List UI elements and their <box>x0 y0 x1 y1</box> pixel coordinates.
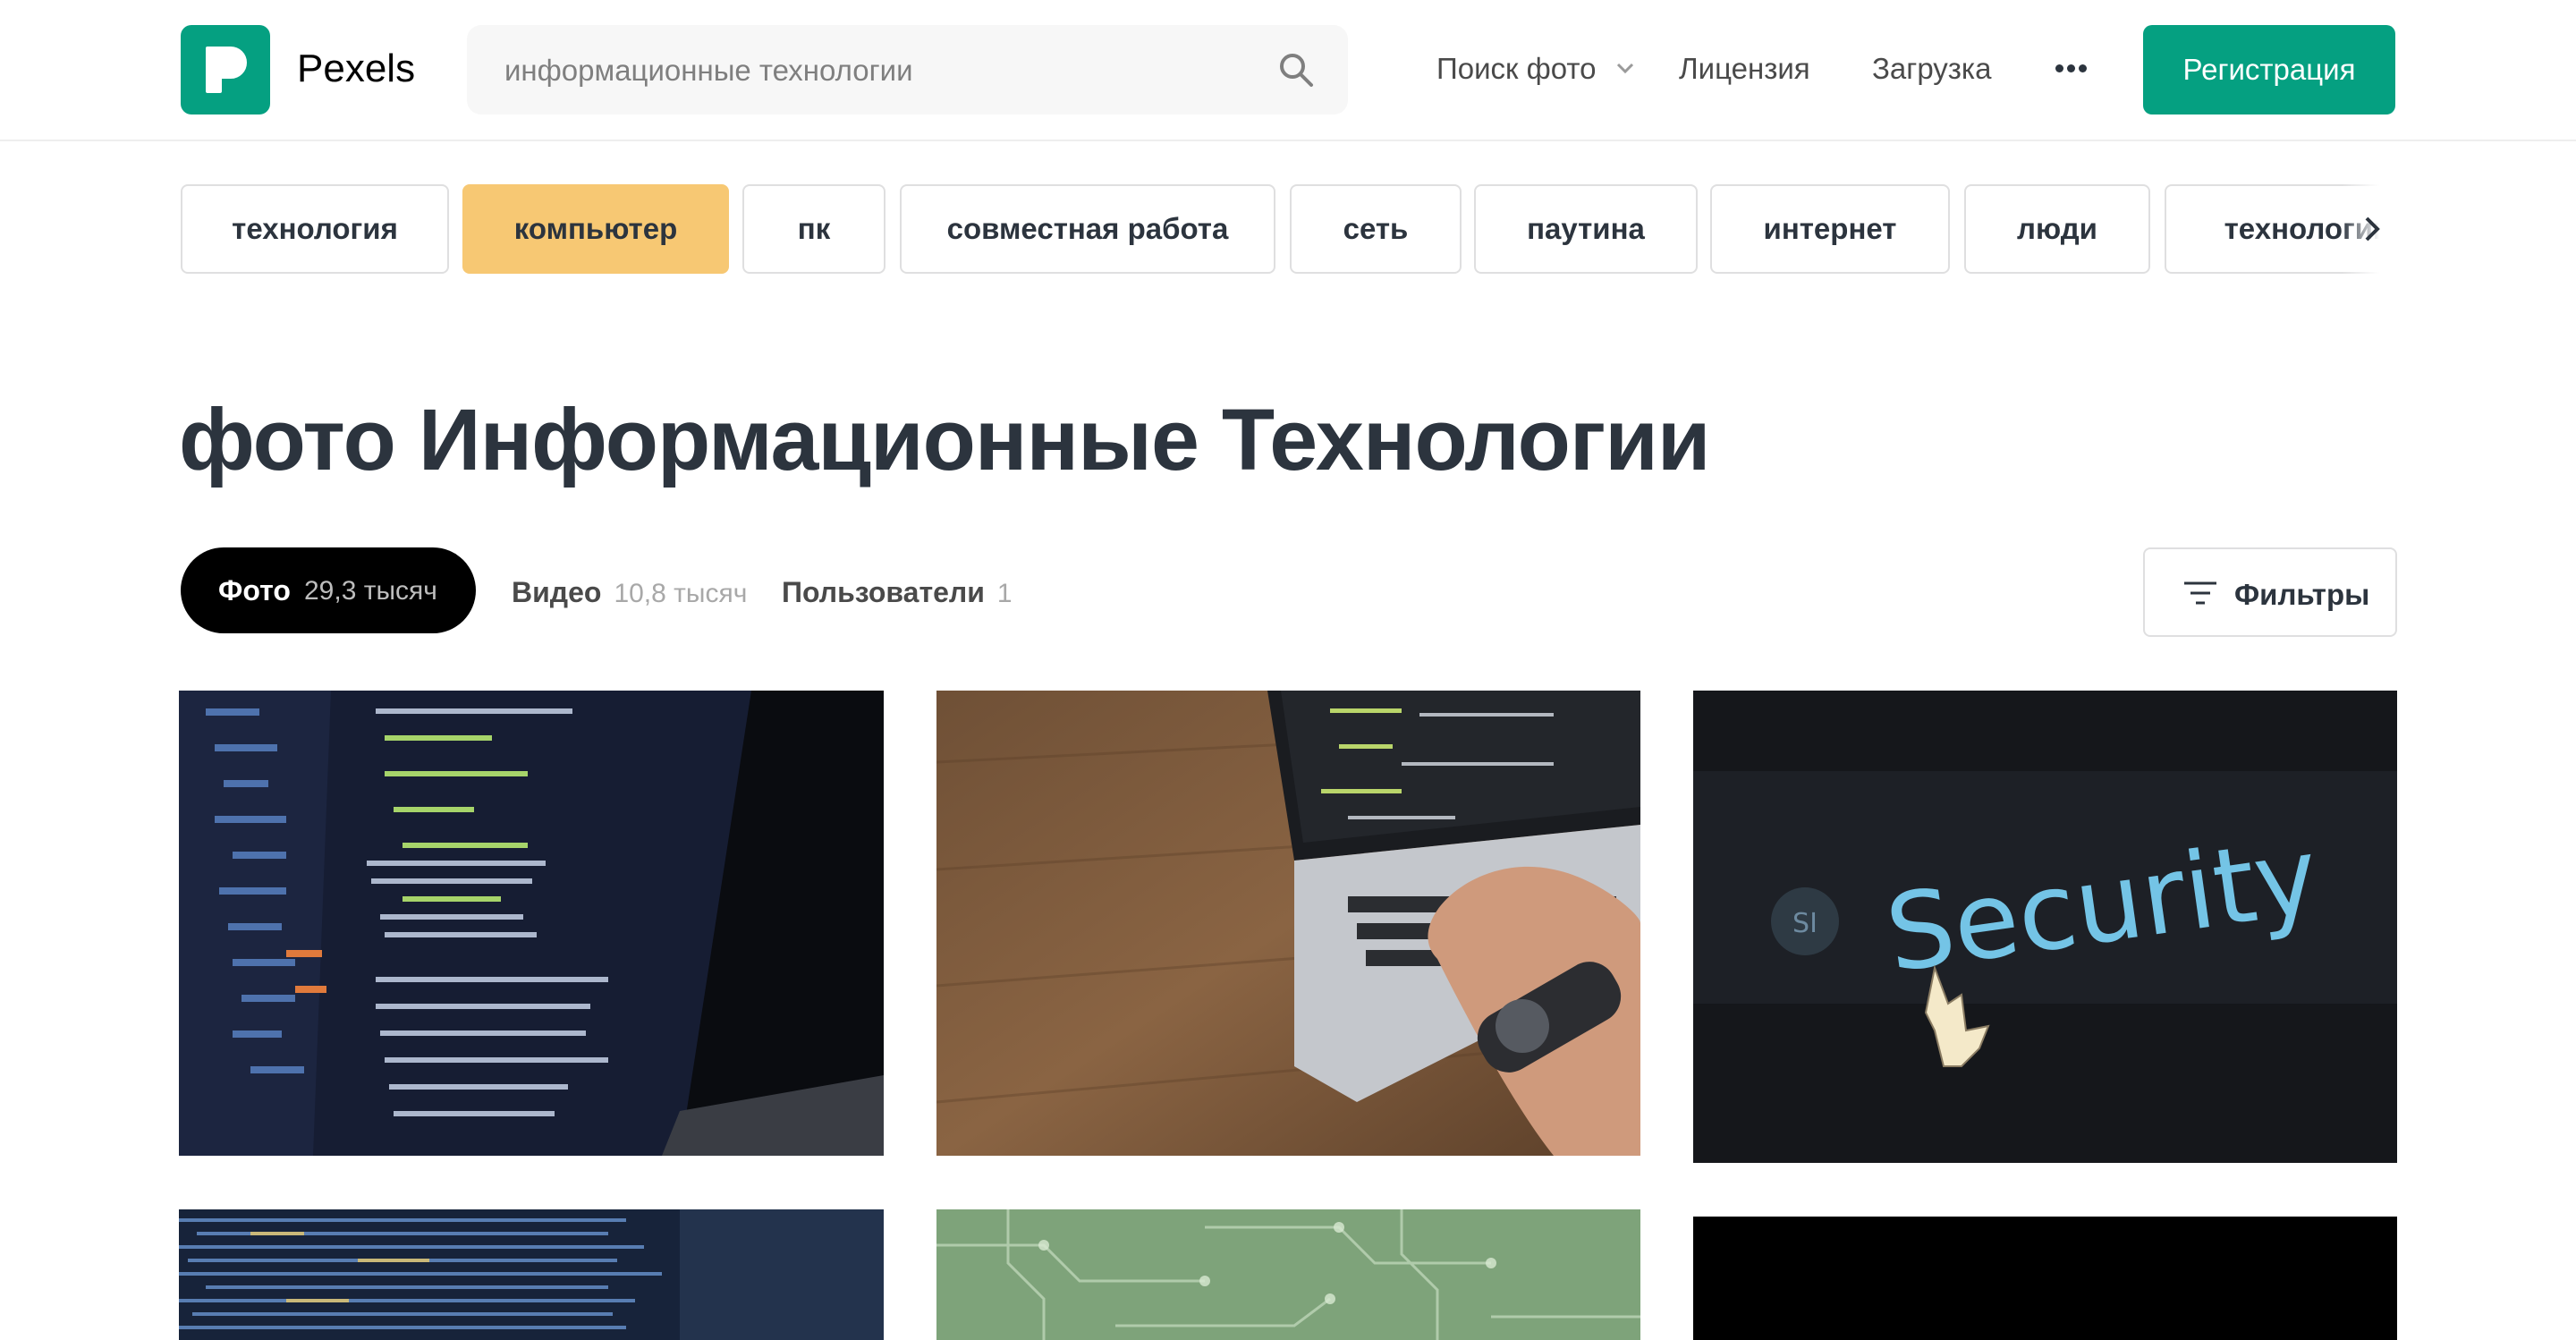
photo-circuit-board[interactable] <box>936 1209 1640 1340</box>
nav-upload[interactable]: Загрузка <box>1872 52 1991 86</box>
filter-icon <box>2184 581 2216 605</box>
search-icon[interactable] <box>1276 50 1316 89</box>
tab-users-count: 1 <box>996 579 1013 608</box>
photo-hand-typing[interactable] <box>936 691 1640 1156</box>
tab-users[interactable]: Пользователи 1 <box>782 576 1013 609</box>
tag-chip[interactable]: технология <box>181 184 449 274</box>
nav-license[interactable]: Лицензия <box>1679 52 1810 86</box>
tab-users-label: Пользователи <box>782 576 985 608</box>
tag-chip-active[interactable]: компьютер <box>462 184 729 274</box>
related-tags: технология компьютер пк совместная работ… <box>181 184 2395 274</box>
photo-code-screen[interactable] <box>179 1209 884 1340</box>
tab-videos-label: Видео <box>512 576 602 608</box>
pexels-logo-icon[interactable] <box>181 25 270 114</box>
tag-chip[interactable]: пк <box>742 184 886 274</box>
photo-code-laptop[interactable] <box>179 691 884 1156</box>
filters-label: Фильтры <box>2234 578 2370 611</box>
svg-text:SI: SI <box>1792 908 1818 939</box>
top-header: Pexels информационные технологии Поиск ф… <box>0 0 2576 141</box>
tag-chip[interactable]: сеть <box>1290 184 1462 274</box>
tab-photos-label: Фото <box>218 574 291 606</box>
search-input[interactable]: информационные технологии <box>504 54 913 88</box>
nav-photo-search[interactable]: Поиск фото <box>1436 52 1597 86</box>
more-icon[interactable] <box>2055 64 2088 75</box>
brand-name[interactable]: Pexels <box>297 47 415 91</box>
page-title: фото Информационные Технологии <box>179 391 1711 488</box>
chevron-down-icon[interactable] <box>1615 61 1635 75</box>
search-bar[interactable]: информационные технологии <box>467 25 1348 114</box>
tab-photos[interactable]: Фото 29,3 тысяч <box>181 547 476 633</box>
photo-dark[interactable] <box>1693 1217 2397 1340</box>
filters-button[interactable]: Фильтры <box>2143 547 2397 637</box>
chevron-right-icon[interactable] <box>2358 215 2386 243</box>
join-button[interactable]: Регистрация <box>2143 25 2395 114</box>
tag-chip[interactable]: паутина <box>1474 184 1698 274</box>
photo-security[interactable]: SI Security <box>1693 691 2397 1163</box>
tag-chip[interactable]: люди <box>1964 184 2150 274</box>
tag-chip[interactable]: совместная работа <box>900 184 1275 274</box>
tab-photos-count: 29,3 тысяч <box>304 576 437 606</box>
tab-videos[interactable]: Видео 10,8 тысяч <box>512 576 747 609</box>
tab-videos-count: 10,8 тысяч <box>614 579 748 608</box>
tag-chip[interactable]: интернет <box>1710 184 1950 274</box>
